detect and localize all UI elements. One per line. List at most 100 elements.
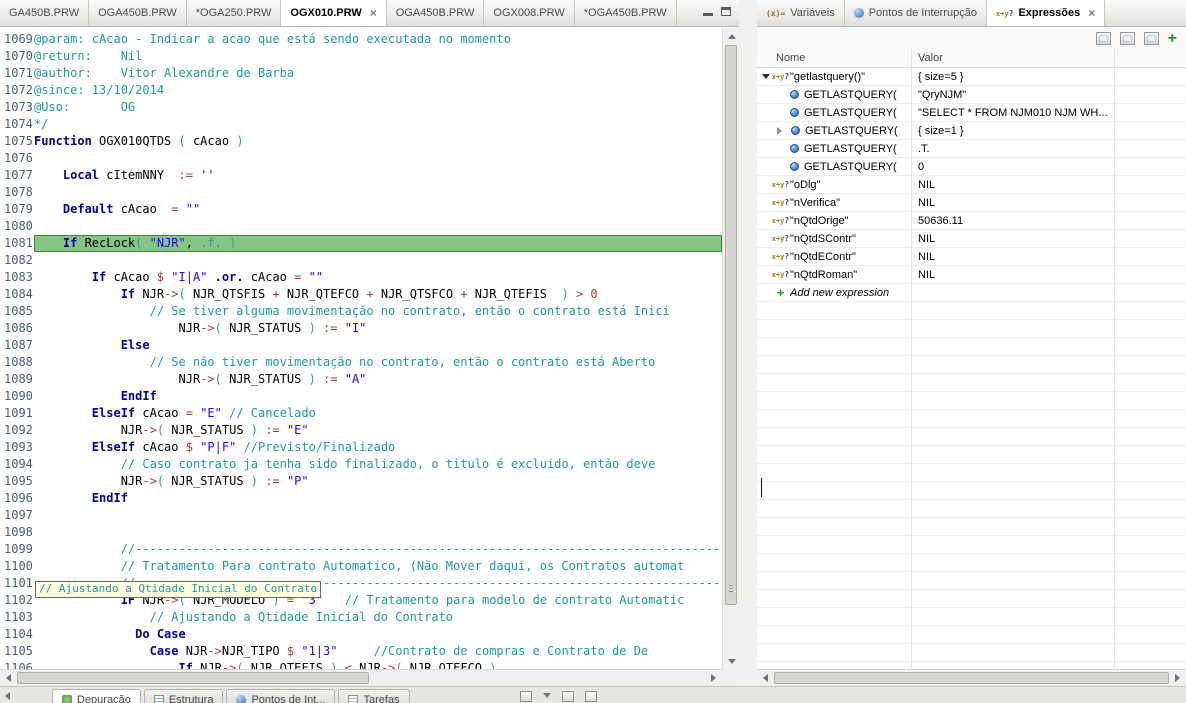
minimize-view-icon[interactable] xyxy=(703,7,713,16)
panel-tab-pontos-de-interrup-o[interactable]: Pontos de Interrupção xyxy=(845,0,987,26)
code-line[interactable]: 1104 Do Case xyxy=(0,626,722,643)
code-line[interactable]: 1097 xyxy=(0,507,722,524)
column-divider[interactable] xyxy=(1114,49,1115,669)
code-line[interactable]: 1080 xyxy=(0,218,722,235)
code-line[interactable]: 1085 // Se tiver alguma movimentação no … xyxy=(0,303,722,320)
code-line[interactable]: 1100 // Tratamento Para contrato Automat… xyxy=(0,558,722,575)
expression-row[interactable]: x+y?"oDlg"NIL xyxy=(757,176,1186,194)
code-line[interactable]: 1087 Else xyxy=(0,337,722,354)
code-line[interactable]: 1093 ElseIf cAcao $ "P|F" //Previsto/Fin… xyxy=(0,439,722,456)
expression-row[interactable]: x+y?"nQtdEContr"NIL xyxy=(757,248,1186,266)
editor-tab-ga450b-prw[interactable]: GA450B.PRW xyxy=(0,0,89,26)
code-line[interactable]: 1095 NJR->( NJR_STATUS ) := "P" xyxy=(0,473,722,490)
expression-row[interactable]: x+y?"nQtdSContr"NIL xyxy=(757,230,1186,248)
filter-icon[interactable] xyxy=(543,693,551,702)
add-expression-icon[interactable]: + xyxy=(1168,32,1177,45)
code-line[interactable]: 1073@Uso: OG xyxy=(0,99,722,116)
code-line[interactable]: 1082 xyxy=(0,252,722,269)
code-line[interactable]: 1091 ElseIf cAcao = "E" // Cancelado xyxy=(0,405,722,422)
vertical-scrollbar-thumb[interactable] xyxy=(725,45,737,605)
code-line[interactable]: 1077 Local cItemNNY := '' xyxy=(0,167,722,184)
scroll-up-icon[interactable] xyxy=(723,28,740,44)
column-header-nome[interactable]: Nome xyxy=(757,49,912,67)
code-line[interactable]: 1086 NJR->( NJR_STATUS ) := "I" xyxy=(0,320,722,337)
editor-tab-oga450b-prw[interactable]: OGA450B.PRW xyxy=(89,0,187,26)
column-divider[interactable] xyxy=(911,49,912,669)
code-line[interactable]: 1070@return: Nil xyxy=(0,48,722,65)
code-line[interactable]: 1075Function OGX010QTDS ( cAcao ) xyxy=(0,133,722,150)
bottom-tab-pontos-de-int[interactable]: Pontos de Int... xyxy=(226,689,335,703)
code-line[interactable]: 1084 If NJR->( NJR_QTSFIS + NJR_QTEFCO +… xyxy=(0,286,722,303)
panel-tab-express-es[interactable]: x+y?Expressões× xyxy=(987,0,1105,26)
code-line[interactable]: 1078 xyxy=(0,184,722,201)
scroll-right-icon[interactable] xyxy=(1169,670,1186,686)
expression-row[interactable]: x+y?"nQtdOrige"50636.11 xyxy=(757,212,1186,230)
minimize-views-icon[interactable] xyxy=(562,691,574,702)
empty-row xyxy=(757,374,1186,392)
code-line[interactable]: 1105 Case NJR->NJR_TIPO $ "1|3" //Contra… xyxy=(0,643,722,660)
scroll-left-icon[interactable] xyxy=(0,670,17,686)
code-line[interactable]: 1069@param: cAcao - Indicar a acao que e… xyxy=(0,31,722,48)
code-line[interactable]: 1103 // Ajustando a Qtidade Inicial do C… xyxy=(0,609,722,626)
code-line[interactable]: 1092 NJR->( NJR_STATUS ) := "E" xyxy=(0,422,722,439)
array-element-icon xyxy=(790,90,799,99)
expression-row[interactable]: GETLASTQUERY(.T. xyxy=(757,140,1186,158)
editor-tab-oga450b-prw[interactable]: OGA450B.PRW xyxy=(387,0,485,26)
code-line[interactable]: 1106 If NJR->( NJR_QTEFIS ) < NJR->( NJR… xyxy=(0,660,722,669)
expression-row[interactable]: x+y?"nVerifica"NIL xyxy=(757,194,1186,212)
editor-tab-ogx010-prw[interactable]: OGX010.PRW× xyxy=(281,0,386,26)
code-line[interactable]: 1088 // Se não tiver movimentação no con… xyxy=(0,354,722,371)
horizontal-scrollbar-thumb[interactable] xyxy=(774,672,1169,684)
layout-icon[interactable] xyxy=(1144,32,1159,45)
code-line[interactable]: 1076 xyxy=(0,150,722,167)
code-line[interactable]: 1098 xyxy=(0,524,722,541)
code-editor[interactable]: 1069@param: cAcao - Indicar a acao que e… xyxy=(0,28,722,669)
expression-row[interactable]: GETLASTQUERY("SELECT * FROM NJM010 NJM W… xyxy=(757,104,1186,122)
editor-vertical-scrollbar[interactable] xyxy=(722,28,739,669)
scroll-left-icon[interactable] xyxy=(757,670,774,686)
code-line[interactable]: 1079 Default cAcao = "" xyxy=(0,201,722,218)
panel-tab-vari-veis[interactable]: (x)=Variáveis xyxy=(757,0,845,26)
bottom-tab-tarefas[interactable]: Tarefas xyxy=(338,689,409,703)
expression-rows: x+y?"getlastquery()"{ size=5 }GETLASTQUE… xyxy=(757,68,1186,669)
editor-tab-oga250-prw[interactable]: *OGA250.PRW xyxy=(187,0,282,26)
bottom-tab-estrutura[interactable]: Estrutura xyxy=(144,689,224,703)
scroll-down-icon[interactable] xyxy=(723,653,740,669)
code-line[interactable]: 1090 EndIf xyxy=(0,388,722,405)
close-tab-icon[interactable]: × xyxy=(370,8,377,18)
import-expressions-icon[interactable] xyxy=(1096,32,1111,45)
collapse-toggle-icon[interactable] xyxy=(760,68,771,85)
panel-horizontal-scrollbar[interactable] xyxy=(757,669,1186,686)
bottom-tab-depura-o[interactable]: Depuração xyxy=(52,689,141,703)
add-new-expression-row[interactable]: +Add new expression xyxy=(757,284,1186,302)
expression-row[interactable]: GETLASTQUERY("QryNJM" xyxy=(757,86,1186,104)
code-line[interactable]: 1071@author: Vitor Alexandre de Barba xyxy=(0,65,722,82)
code-line[interactable]: 1094 // Caso contrato ja tenha sido fina… xyxy=(0,456,722,473)
editor-horizontal-scrollbar[interactable] xyxy=(0,669,722,686)
horizontal-scrollbar-thumb[interactable] xyxy=(17,672,369,684)
expression-row[interactable]: x+y?"nQtdRoman"NIL xyxy=(757,266,1186,284)
panel-splitter[interactable] xyxy=(739,0,757,686)
expression-row[interactable]: GETLASTQUERY(0 xyxy=(757,158,1186,176)
view-menu-icon[interactable] xyxy=(520,691,532,702)
maximize-view-icon[interactable] xyxy=(721,7,731,16)
expand-toggle-icon[interactable] xyxy=(774,122,786,139)
expression-row[interactable]: GETLASTQUERY({ size=1 } xyxy=(757,122,1186,140)
code-line[interactable]: 1083 If cAcao $ "I|A" .or. cAcao = "" xyxy=(0,269,722,286)
code-line[interactable]: 1072@since: 13/10/2014 xyxy=(0,82,722,99)
code-line[interactable]: 1096 EndIf xyxy=(0,490,722,507)
maximize-views-icon[interactable] xyxy=(585,691,597,702)
code-line[interactable]: 1089 NJR->( NJR_STATUS ) := "A" xyxy=(0,371,722,388)
editor-tab-oga450b-prw[interactable]: *OGA450B.PRW xyxy=(575,0,677,26)
code-line[interactable]: 1099 //---------------------------------… xyxy=(0,541,722,558)
scroll-right-icon[interactable] xyxy=(705,670,722,686)
expression-row[interactable]: x+y?"getlastquery()"{ size=5 } xyxy=(757,68,1186,86)
line-number: 1085 xyxy=(0,303,34,320)
close-tab-icon[interactable]: × xyxy=(1088,8,1095,18)
scroll-left-icon[interactable] xyxy=(1,692,10,700)
current-debug-line[interactable]: 1081 If RecLock( "NJR", .f. ) xyxy=(0,235,722,252)
editor-tab-ogx008-prw[interactable]: OGX008.PRW xyxy=(484,0,574,26)
code-line[interactable]: 1074*/ xyxy=(0,116,722,133)
show-type-names-icon[interactable] xyxy=(1120,32,1135,45)
column-header-valor[interactable]: Valor xyxy=(912,49,1115,67)
